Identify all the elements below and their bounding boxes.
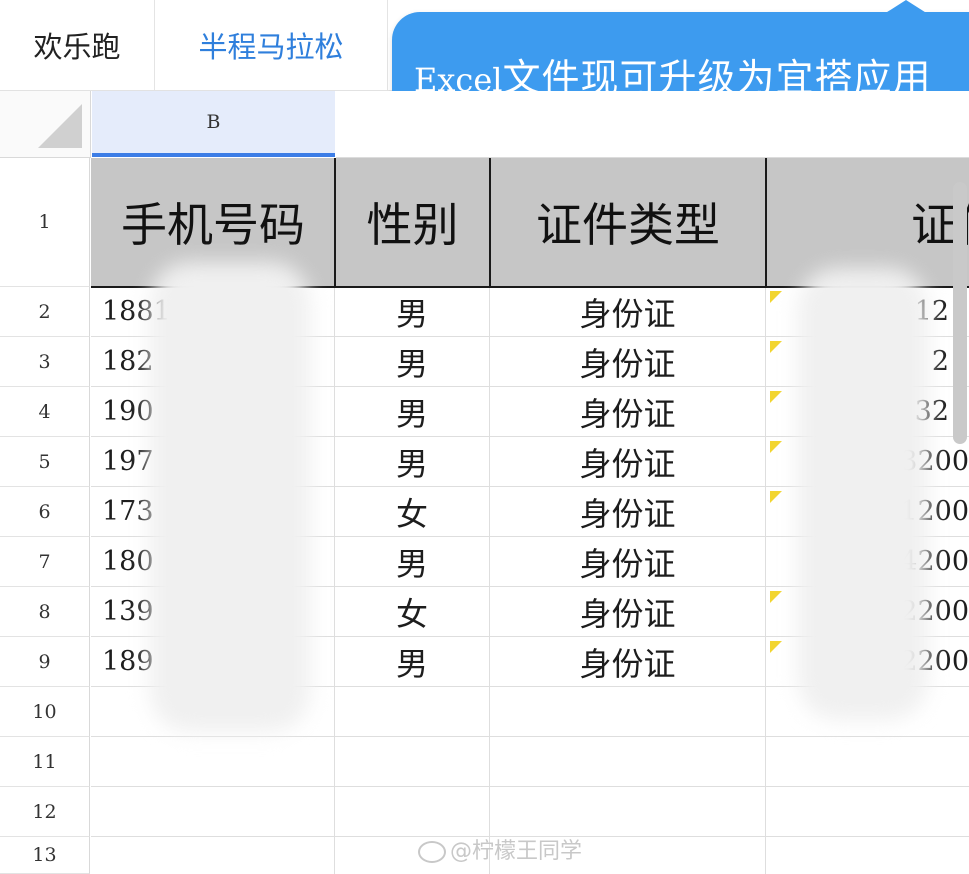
comment-marker-icon[interactable] [770, 641, 782, 653]
column-header-strip [336, 91, 969, 158]
row-header-2[interactable]: 2 [0, 287, 90, 337]
column-header-b[interactable]: B [92, 91, 335, 157]
cell-gender[interactable]: 男 [335, 387, 489, 436]
row-header-4[interactable]: 4 [0, 387, 90, 437]
comment-marker-icon[interactable] [770, 491, 782, 503]
cell-id-type[interactable]: 身份证 [490, 637, 765, 686]
cell-gender[interactable]: 男 [335, 287, 489, 336]
tab-huanlepao[interactable]: 欢乐跑 [0, 0, 155, 90]
row-header-1[interactable]: 1 [0, 158, 90, 287]
comment-marker-icon[interactable] [770, 591, 782, 603]
header-gender[interactable]: 性别 [336, 158, 489, 286]
cell-id-type[interactable]: 身份证 [490, 587, 765, 636]
row-header-7[interactable]: 7 [0, 537, 90, 587]
select-all-triangle-icon [38, 104, 82, 148]
cell-id-type[interactable]: 身份证 [490, 337, 765, 386]
tooltip-pointer [884, 0, 928, 14]
cell-id-type[interactable]: 身份证 [490, 387, 765, 436]
comment-marker-icon[interactable] [770, 391, 782, 403]
row-header-10[interactable]: 10 [0, 687, 90, 737]
row-header-6[interactable]: 6 [0, 487, 90, 537]
weibo-watermark: @柠檬王同学 [418, 836, 582, 868]
weibo-logo-icon [418, 841, 446, 863]
tab-half-marathon[interactable]: 半程马拉松 [155, 0, 388, 90]
comment-marker-icon[interactable] [770, 341, 782, 353]
cell-id-type[interactable]: 身份证 [490, 437, 765, 486]
row-header-11[interactable]: 11 [0, 737, 90, 787]
row-header-3[interactable]: 3 [0, 337, 90, 387]
privacy-blur-id [798, 268, 928, 720]
row-header-5[interactable]: 5 [0, 437, 90, 487]
row-header-13[interactable]: 13 [0, 837, 90, 874]
comment-marker-icon[interactable] [770, 291, 782, 303]
header-id-type[interactable]: 证件类型 [491, 158, 765, 286]
comment-marker-icon[interactable] [770, 441, 782, 453]
cell-gender[interactable]: 男 [335, 537, 489, 586]
row-header-8[interactable]: 8 [0, 587, 90, 637]
cell-gender[interactable]: 女 [335, 487, 489, 536]
privacy-blur-phone [150, 262, 310, 732]
cell-gender[interactable]: 男 [335, 637, 489, 686]
row-header-9[interactable]: 9 [0, 637, 90, 687]
vertical-scrollbar-thumb[interactable] [953, 182, 967, 444]
cell-gender[interactable]: 男 [335, 437, 489, 486]
cell-id-type[interactable]: 身份证 [490, 537, 765, 586]
cell-gender[interactable]: 女 [335, 587, 489, 636]
header-id-number[interactable]: 证件 [767, 158, 969, 286]
cell-id-type[interactable]: 身份证 [490, 487, 765, 536]
cell-id-type[interactable]: 身份证 [490, 287, 765, 336]
row-header-12[interactable]: 12 [0, 787, 90, 837]
cell-gender[interactable]: 男 [335, 337, 489, 386]
